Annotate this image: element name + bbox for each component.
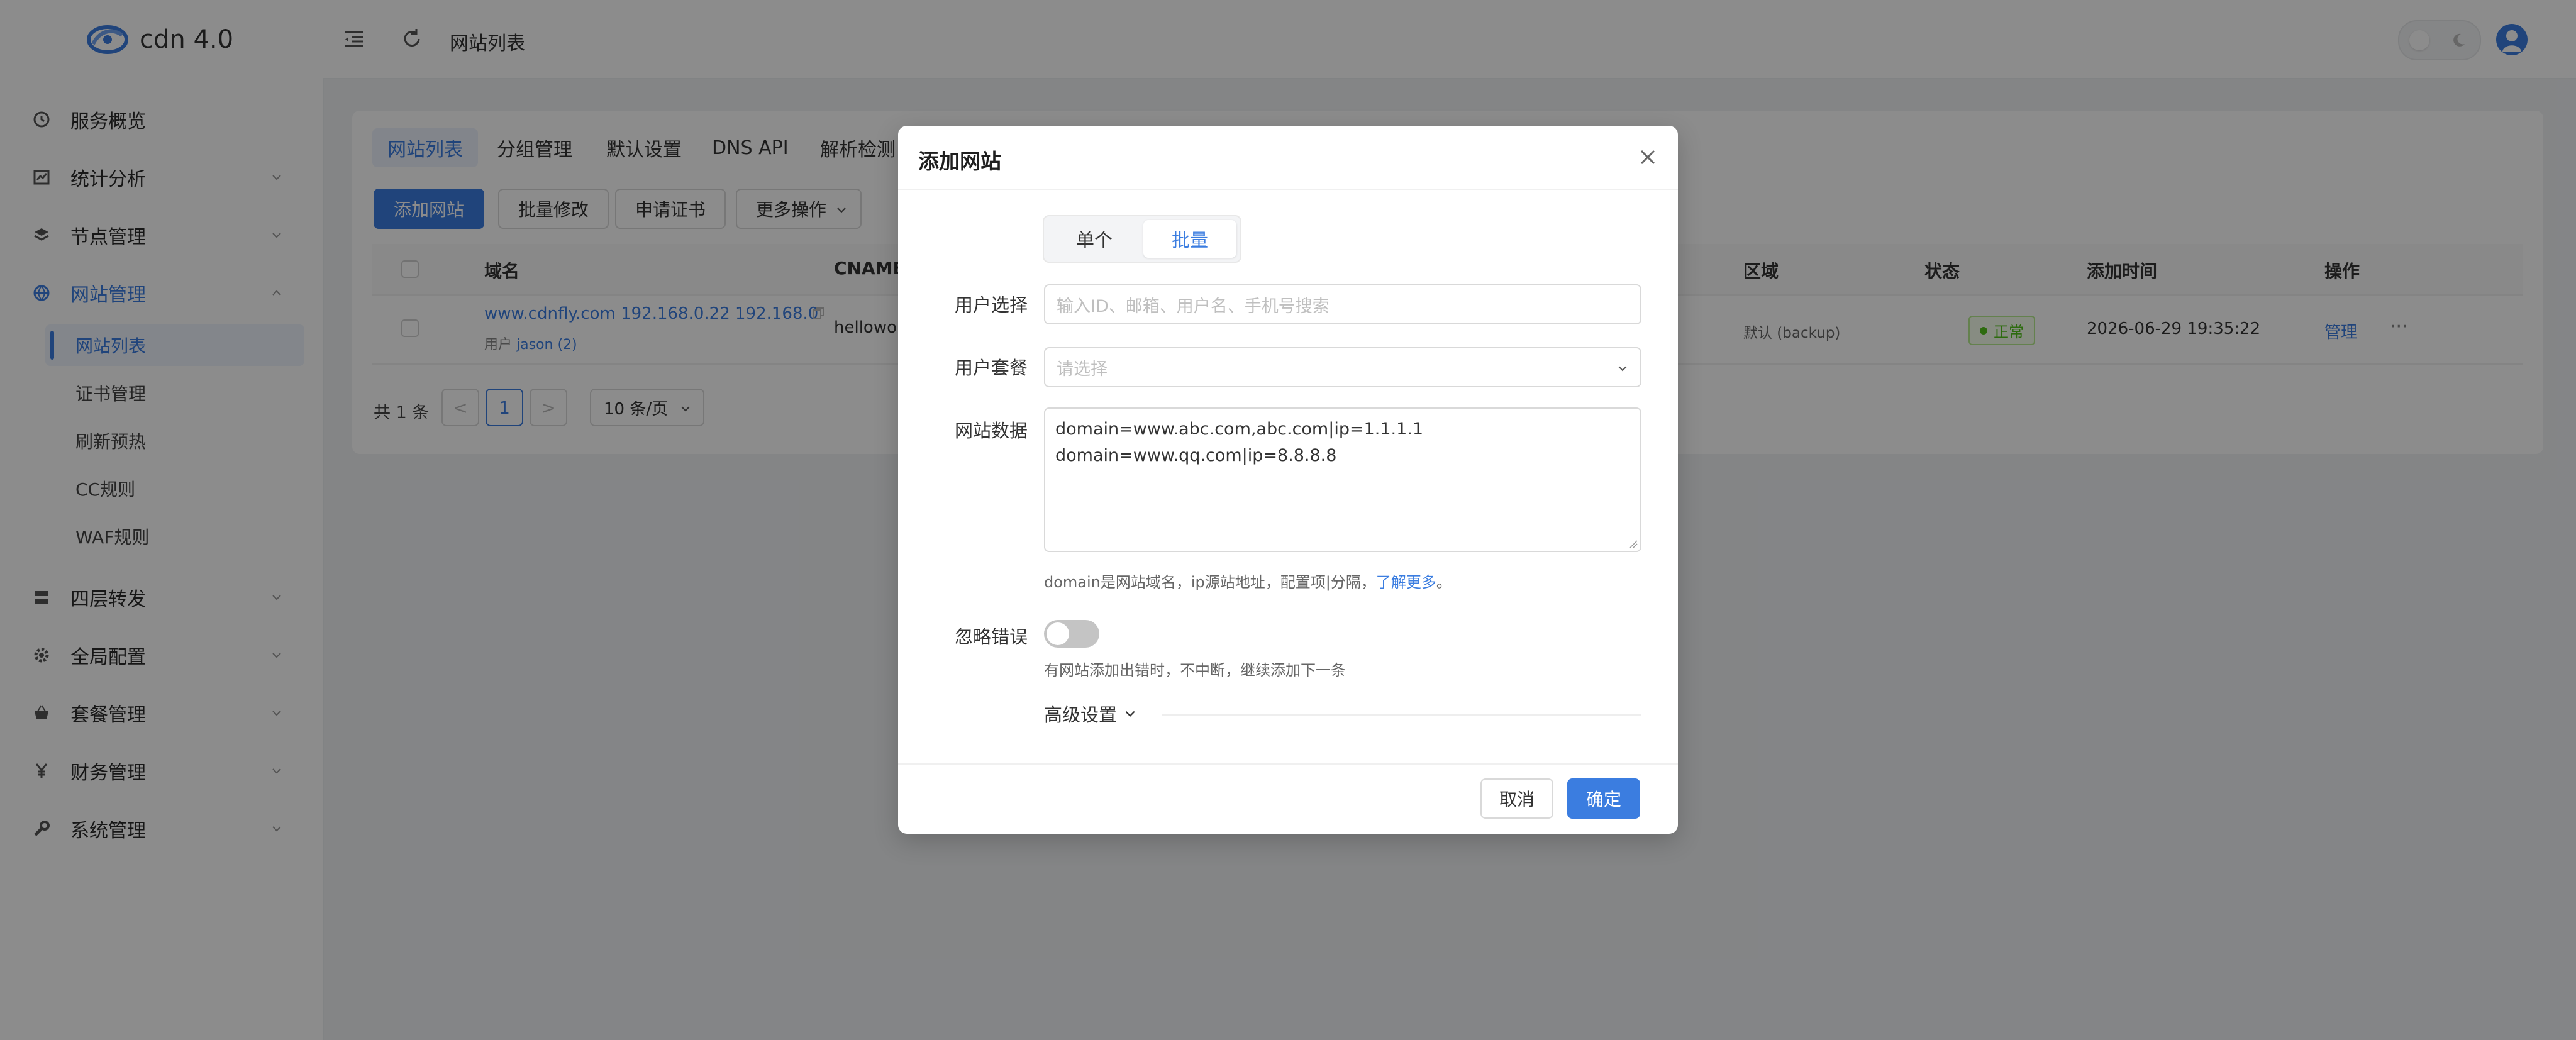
resize-handle-icon[interactable] bbox=[1629, 539, 1638, 548]
site-data-help-text: domain是网站域名，ip源站地址，配置项|分隔， bbox=[1044, 573, 1376, 591]
site-data-label: 网站数据 bbox=[954, 420, 1028, 441]
user-select-label: 用户选择 bbox=[954, 294, 1028, 316]
site-data-help: domain是网站域名，ip源站地址，配置项|分隔，了解更多。 bbox=[1044, 570, 1452, 592]
user-select-input[interactable]: 输入ID、邮箱、用户名、手机号搜索 bbox=[1044, 284, 1641, 324]
advanced-settings-toggle[interactable]: 高级设置 bbox=[1044, 700, 1136, 727]
close-icon[interactable] bbox=[1636, 146, 1659, 169]
site-data-line: domain=www.abc.com,abc.com|ip=1.1.1.1 bbox=[1055, 419, 1424, 439]
dialog-title: 添加网站 bbox=[918, 149, 1001, 174]
site-data-line: domain=www.qq.com|ip=8.8.8.8 bbox=[1055, 446, 1337, 465]
mode-switch: 单个 批量 bbox=[1043, 215, 1241, 263]
add-site-dialog: 添加网站 单个 批量 用户选择 输入ID、邮箱、用户名、手机号搜索 用户套餐 请… bbox=[898, 126, 1678, 834]
user-select-placeholder: 输入ID、邮箱、用户名、手机号搜索 bbox=[1057, 296, 1330, 316]
dialog-header: 添加网站 bbox=[898, 126, 1678, 190]
user-plan-placeholder: 请选择 bbox=[1057, 359, 1108, 379]
ignore-errors-help: 有网站添加出错时，不中断，继续添加下一条 bbox=[1044, 661, 1346, 679]
chevron-down-icon bbox=[1125, 711, 1135, 717]
site-data-help-end: 。 bbox=[1436, 573, 1452, 591]
mode-batch-tab[interactable]: 批量 bbox=[1143, 220, 1236, 258]
mode-single-tab[interactable]: 单个 bbox=[1048, 220, 1141, 258]
divider bbox=[1162, 714, 1641, 716]
confirm-button[interactable]: 确定 bbox=[1567, 778, 1641, 819]
user-plan-label: 用户套餐 bbox=[954, 357, 1028, 379]
dialog-footer: 取消 确定 bbox=[898, 763, 1678, 835]
ignore-errors-toggle[interactable] bbox=[1044, 620, 1099, 648]
toggle-knob bbox=[1046, 622, 1069, 645]
learn-more-link[interactable]: 了解更多 bbox=[1376, 573, 1436, 591]
cancel-button[interactable]: 取消 bbox=[1480, 778, 1554, 819]
site-data-textarea[interactable]: domain=www.abc.com,abc.com|ip=1.1.1.1 do… bbox=[1044, 407, 1641, 552]
advanced-settings-label: 高级设置 bbox=[1044, 704, 1118, 726]
user-plan-select[interactable]: 请选择 bbox=[1044, 347, 1641, 387]
chevron-down-icon bbox=[1618, 366, 1627, 372]
ignore-errors-label: 忽略错误 bbox=[954, 626, 1028, 648]
